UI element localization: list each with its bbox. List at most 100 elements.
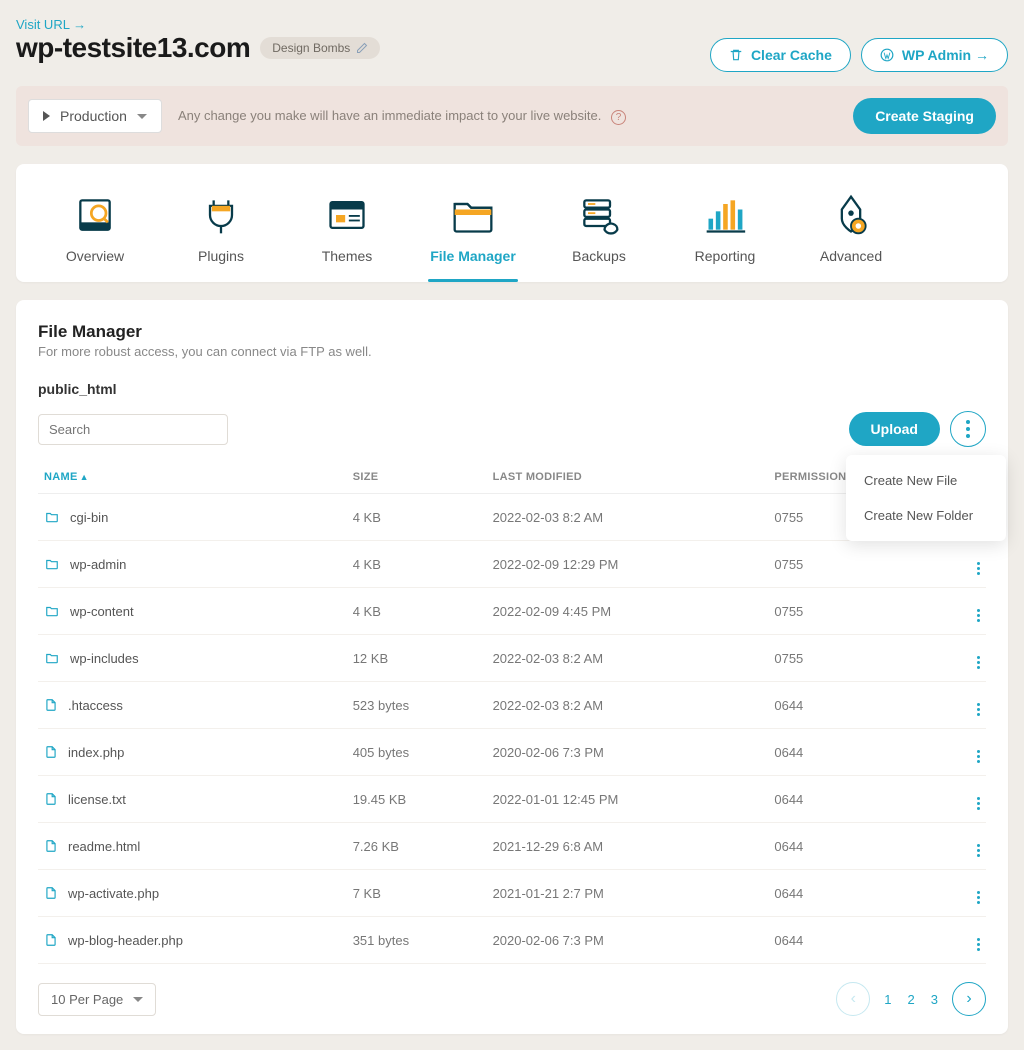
tab-label: Plugins: [198, 248, 244, 264]
page-1[interactable]: 1: [882, 992, 893, 1007]
tabs-nav: Overview Plugins Themes File Manager Bac…: [16, 164, 1008, 282]
table-row[interactable]: readme.html 7.26 KB 2021-12-29 6:8 AM 06…: [38, 823, 986, 870]
fm-subtitle: For more robust access, you can connect …: [38, 344, 986, 359]
file-name: readme.html: [68, 839, 140, 854]
row-actions-button[interactable]: [956, 917, 986, 964]
table-row[interactable]: .htaccess 523 bytes 2022-02-03 8:2 AM 06…: [38, 682, 986, 729]
tab-plugins[interactable]: Plugins: [158, 182, 284, 282]
file-permissions: 0755: [768, 588, 956, 635]
file-name-cell: wp-blog-header.php: [44, 932, 341, 948]
create-staging-button[interactable]: Create Staging: [853, 98, 996, 134]
help-icon[interactable]: ?: [611, 110, 626, 125]
advanced-icon: [792, 190, 910, 240]
row-actions-button[interactable]: [956, 635, 986, 682]
sort-asc-icon: ▲: [80, 472, 89, 482]
vertical-dots-icon: [977, 562, 980, 575]
page-next[interactable]: ›: [952, 982, 986, 1016]
file-size: 19.45 KB: [347, 776, 487, 823]
menu-new-folder[interactable]: Create New Folder: [846, 498, 1006, 533]
tab-label: Overview: [66, 248, 124, 264]
file-name-cell: wp-admin: [44, 557, 341, 572]
file-permissions: 0755: [768, 635, 956, 682]
upload-button[interactable]: Upload: [849, 412, 940, 446]
tab-label: Reporting: [695, 248, 756, 264]
wp-admin-button[interactable]: WP Admin →: [861, 38, 1008, 72]
file-size: 12 KB: [347, 635, 487, 682]
search-input[interactable]: [49, 422, 225, 437]
wordpress-icon: [880, 48, 894, 62]
play-icon: [43, 111, 50, 121]
file-name-cell: wp-includes: [44, 651, 341, 666]
per-page-label: 10 Per Page: [51, 992, 123, 1007]
file-modified: 2020-02-06 7:3 PM: [487, 729, 769, 776]
tab-themes[interactable]: Themes: [284, 182, 410, 282]
row-actions-button[interactable]: [956, 682, 986, 729]
staging-banner: Production Any change you make will have…: [16, 86, 1008, 146]
page-prev[interactable]: ‹: [836, 982, 870, 1016]
file-name: license.txt: [68, 792, 126, 807]
vertical-dots-icon: [977, 750, 980, 763]
tab-reporting[interactable]: Reporting: [662, 182, 788, 282]
file-permissions: 0755: [768, 541, 956, 588]
row-actions-button[interactable]: [956, 541, 986, 588]
file-name: wp-admin: [70, 557, 126, 572]
table-row[interactable]: wp-blog-header.php 351 bytes 2020-02-06 …: [38, 917, 986, 964]
per-page-select[interactable]: 10 Per Page: [38, 983, 156, 1016]
file-size: 7 KB: [347, 870, 487, 917]
table-row[interactable]: wp-content 4 KB 2022-02-09 4:45 PM 0755: [38, 588, 986, 635]
file-size: 351 bytes: [347, 917, 487, 964]
table-row[interactable]: index.php 405 bytes 2020-02-06 7:3 PM 06…: [38, 729, 986, 776]
row-actions-button[interactable]: [956, 776, 986, 823]
environment-select[interactable]: Production: [28, 99, 162, 133]
table-row[interactable]: cgi-bin 4 KB 2022-02-03 8:2 AM 0755: [38, 494, 986, 541]
file-size: 7.26 KB: [347, 823, 487, 870]
file-permissions: 0644: [768, 776, 956, 823]
vertical-dots-icon: [966, 420, 970, 438]
tab-file-manager[interactable]: File Manager: [410, 182, 536, 282]
file-modified: 2021-01-21 2:7 PM: [487, 870, 769, 917]
banner-text-content: Any change you make will have an immedia…: [178, 108, 601, 123]
file-modified: 2022-01-01 12:45 PM: [487, 776, 769, 823]
page-3[interactable]: 3: [929, 992, 940, 1007]
file-modified: 2022-02-09 12:29 PM: [487, 541, 769, 588]
col-size[interactable]: SIZE: [347, 461, 487, 494]
file-name-cell: readme.html: [44, 838, 341, 854]
visit-url-link[interactable]: Visit URL →: [16, 17, 86, 32]
row-actions-button[interactable]: [956, 823, 986, 870]
design-bombs-pill[interactable]: Design Bombs: [260, 37, 380, 59]
file-name-cell: wp-activate.php: [44, 885, 341, 901]
table-row[interactable]: wp-includes 12 KB 2022-02-03 8:2 AM 0755: [38, 635, 986, 682]
file-permissions: 0644: [768, 823, 956, 870]
pencil-icon: [356, 42, 368, 54]
file-permissions: 0644: [768, 870, 956, 917]
tab-overview[interactable]: Overview: [32, 182, 158, 282]
more-actions-menu: Create New File Create New Folder: [846, 455, 1006, 541]
chevron-down-icon: [137, 114, 147, 119]
row-actions-button[interactable]: [956, 870, 986, 917]
col-name-label: NAME: [44, 471, 78, 483]
col-modified[interactable]: LAST MODIFIED: [487, 461, 769, 494]
table-row[interactable]: wp-admin 4 KB 2022-02-09 12:29 PM 0755: [38, 541, 986, 588]
col-name[interactable]: NAME▲: [38, 461, 347, 494]
tab-backups[interactable]: Backups: [536, 182, 662, 282]
vertical-dots-icon: [977, 656, 980, 669]
search-box[interactable]: [38, 414, 228, 445]
wp-admin-label: WP Admin →: [902, 47, 989, 63]
table-row[interactable]: license.txt 19.45 KB 2022-01-01 12:45 PM…: [38, 776, 986, 823]
file-modified: 2021-12-29 6:8 AM: [487, 823, 769, 870]
tab-advanced[interactable]: Advanced: [788, 182, 914, 282]
row-actions-button[interactable]: [956, 729, 986, 776]
themes-icon: [288, 190, 406, 240]
table-row[interactable]: wp-activate.php 7 KB 2021-01-21 2:7 PM 0…: [38, 870, 986, 917]
file-permissions: 0644: [768, 682, 956, 729]
file-modified: 2022-02-09 4:45 PM: [487, 588, 769, 635]
banner-text: Any change you make will have an immedia…: [178, 108, 837, 125]
clear-cache-button[interactable]: Clear Cache: [710, 38, 851, 72]
file-name: index.php: [68, 745, 124, 760]
file-name-cell: license.txt: [44, 791, 341, 807]
menu-new-file[interactable]: Create New File: [846, 463, 1006, 498]
more-actions-button[interactable]: [950, 411, 986, 447]
file-permissions: 0644: [768, 917, 956, 964]
row-actions-button[interactable]: [956, 588, 986, 635]
page-2[interactable]: 2: [906, 992, 917, 1007]
